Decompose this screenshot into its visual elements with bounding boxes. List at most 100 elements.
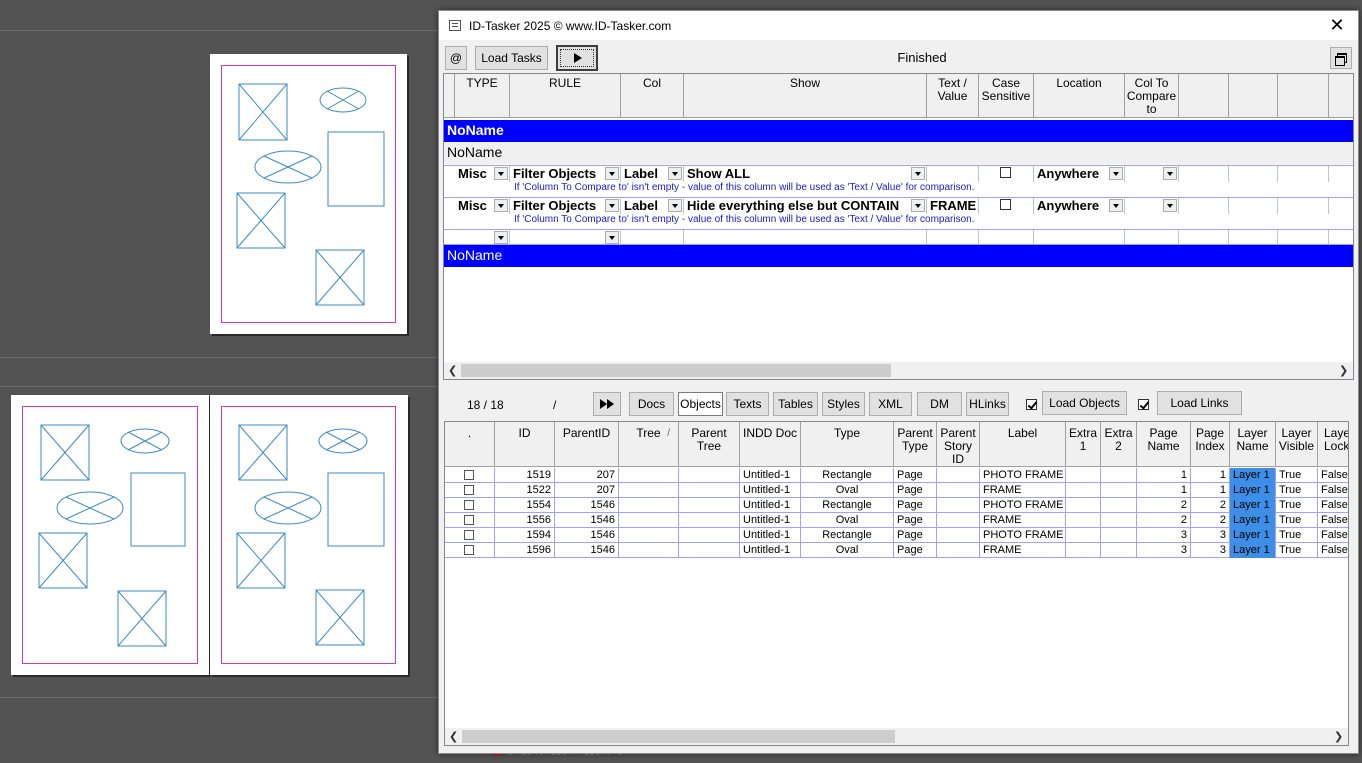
- col-header-page-name[interactable]: Page Name: [1137, 422, 1191, 467]
- col-header-col-to-compare[interactable]: Col To Compare to: [1125, 74, 1179, 118]
- document-page-3[interactable]: [210, 395, 408, 675]
- dropdown-arrow-icon[interactable]: [494, 231, 508, 244]
- dropdown-arrow-icon[interactable]: [605, 167, 619, 180]
- table-row[interactable]: 1556 1546 Untitled-1 Oval Page FRAME 2 2 Layer 1…: [445, 513, 1348, 528]
- col-header-parent-story-id[interactable]: Parent Story ID: [937, 422, 980, 467]
- rule-rule-select[interactable]: Filter Objects: [510, 198, 621, 214]
- col-header-tree[interactable]: Tree /: [619, 422, 679, 467]
- tab-xml[interactable]: XML: [869, 392, 912, 416]
- rule-show-select[interactable]: Hide everything else but CONTAIN: [684, 198, 927, 214]
- load-links-button[interactable]: Load Links: [1157, 391, 1242, 415]
- row-checkbox[interactable]: [464, 545, 474, 555]
- document-page-2[interactable]: [11, 395, 209, 675]
- document-page-1[interactable]: [210, 54, 407, 334]
- scroll-left-icon[interactable]: ❮: [448, 365, 458, 376]
- col-header-rule[interactable]: RULE: [510, 74, 621, 118]
- col-header-select[interactable]: .: [445, 422, 495, 467]
- case-sensitive-checkbox[interactable]: [1000, 167, 1011, 178]
- dropdown-arrow-icon[interactable]: [1109, 199, 1123, 212]
- table-row[interactable]: 1596 1546 Untitled-1 Oval Page FRAME 3 3 Layer 1…: [445, 543, 1348, 558]
- restore-icon[interactable]: [1330, 47, 1352, 69]
- dropdown-arrow-icon[interactable]: [1109, 167, 1123, 180]
- rule-text-value-input[interactable]: FRAME: [927, 198, 979, 214]
- dropdown-arrow-icon[interactable]: [494, 167, 508, 180]
- dropdown-arrow-icon[interactable]: [494, 199, 508, 212]
- rule-location-select[interactable]: Anywhere: [1034, 198, 1125, 214]
- scroll-left-icon[interactable]: ❮: [449, 731, 459, 742]
- load-links-checkbox[interactable]: [1138, 399, 1149, 410]
- rule-type-select[interactable]: Misc: [455, 166, 510, 182]
- tab-hlinks[interactable]: HLinks: [966, 392, 1009, 416]
- load-tasks-button[interactable]: Load Tasks: [475, 46, 548, 70]
- load-objects-checkbox[interactable]: [1026, 399, 1037, 410]
- rules-grid[interactable]: TYPE RULE Col Show Text / Value Case Sen…: [443, 73, 1354, 380]
- tab-tables[interactable]: Tables: [773, 392, 818, 416]
- tab-styles[interactable]: Styles: [822, 392, 865, 416]
- title-bar[interactable]: ID-Tasker 2025 © www.ID-Tasker.com ✕: [439, 11, 1358, 41]
- col-header-id[interactable]: ID: [495, 422, 555, 467]
- scroll-right-icon[interactable]: ❯: [1339, 365, 1349, 376]
- rule-row[interactable]: Misc Filter Objects Label Hide everythin…: [444, 197, 1353, 214]
- rule-text-value-input[interactable]: [927, 166, 979, 182]
- dropdown-arrow-icon[interactable]: [1163, 167, 1177, 180]
- col-header-parent-tree[interactable]: Parent Tree: [679, 422, 740, 467]
- objects-grid[interactable]: . ID ParentID Tree / Parent Tree INDD Doc…: [444, 421, 1349, 746]
- tab-dm[interactable]: DM: [917, 392, 962, 416]
- group-header[interactable]: NoName: [444, 120, 1353, 142]
- dropdown-arrow-icon[interactable]: [668, 199, 682, 212]
- dropdown-arrow-icon[interactable]: [911, 199, 925, 212]
- col-header-layer-locked[interactable]: Layer Locked: [1318, 422, 1348, 467]
- at-button[interactable]: @: [445, 46, 467, 70]
- row-checkbox[interactable]: [464, 470, 474, 480]
- col-header-case-sensitive[interactable]: Case Sensitive: [979, 74, 1034, 118]
- dropdown-arrow-icon[interactable]: [668, 167, 682, 180]
- rule-row[interactable]: Misc Filter Objects Label Show ALL Anywh…: [444, 165, 1353, 182]
- group-name[interactable]: NoName: [444, 142, 1353, 164]
- table-row[interactable]: 1594 1546 Untitled-1 Rectangle Page PHOTO FRA…: [445, 528, 1348, 543]
- tab-objects[interactable]: Objects: [678, 392, 723, 416]
- close-icon[interactable]: ✕: [1324, 14, 1350, 38]
- row-checkbox[interactable]: [464, 500, 474, 510]
- dropdown-arrow-icon[interactable]: [605, 199, 619, 212]
- row-checkbox[interactable]: [464, 515, 474, 525]
- table-row[interactable]: 1519 207 Untitled-1 Rectangle Page PHOTO FRAM…: [445, 468, 1348, 483]
- col-header-parent-type[interactable]: Parent Type: [894, 422, 937, 467]
- rule-col-select[interactable]: Label: [621, 166, 684, 182]
- rules-horizontal-scrollbar[interactable]: ❮ ❯: [444, 362, 1353, 379]
- rule-show-select[interactable]: Show ALL: [684, 166, 927, 182]
- dropdown-arrow-icon[interactable]: [605, 231, 619, 244]
- fast-forward-button[interactable]: [593, 392, 621, 416]
- col-header-empty[interactable]: [1229, 74, 1278, 118]
- col-header-col[interactable]: Col: [621, 74, 684, 118]
- rule-rule-select[interactable]: Filter Objects: [510, 166, 621, 182]
- table-row[interactable]: 1554 1546 Untitled-1 Rectangle Page PHOTO FRA…: [445, 498, 1348, 513]
- rule-rule-select[interactable]: [510, 230, 621, 246]
- col-header-empty[interactable]: [1179, 74, 1229, 118]
- col-header-indd-doc[interactable]: INDD Doc: [740, 422, 801, 467]
- load-objects-button[interactable]: Load Objects: [1042, 391, 1127, 415]
- run-button[interactable]: [556, 45, 598, 71]
- rule-type-select[interactable]: [455, 230, 510, 246]
- row-checkbox[interactable]: [464, 485, 474, 495]
- rule-type-select[interactable]: Misc: [455, 198, 510, 214]
- col-header-empty[interactable]: [1329, 74, 1353, 118]
- tab-texts[interactable]: Texts: [726, 392, 769, 416]
- case-sensitive-checkbox[interactable]: [1000, 199, 1011, 210]
- group-header[interactable]: NoName: [444, 245, 1353, 267]
- dropdown-arrow-icon[interactable]: [1163, 199, 1177, 212]
- col-header-text-value[interactable]: Text / Value: [927, 74, 979, 118]
- rule-col-select[interactable]: Label: [621, 198, 684, 214]
- new-rule-row[interactable]: [444, 229, 1353, 246]
- col-header-extra-2[interactable]: Extra 2: [1101, 422, 1137, 467]
- rule-compare-select[interactable]: [1125, 198, 1179, 214]
- dropdown-arrow-icon[interactable]: [911, 167, 925, 180]
- col-header-extra-1[interactable]: Extra 1: [1066, 422, 1101, 467]
- col-header-page-index[interactable]: Page Index: [1191, 422, 1230, 467]
- col-header-location[interactable]: Location: [1034, 74, 1125, 118]
- table-row[interactable]: 1522 207 Untitled-1 Oval Page FRAME 1 1 Layer 1T…: [445, 483, 1348, 498]
- scroll-thumb[interactable]: [461, 364, 891, 377]
- scroll-right-icon[interactable]: ❯: [1334, 731, 1344, 742]
- scroll-thumb[interactable]: [462, 730, 895, 743]
- col-header-layer-visible[interactable]: Layer Visible: [1276, 422, 1318, 467]
- col-header-empty[interactable]: [1278, 74, 1329, 118]
